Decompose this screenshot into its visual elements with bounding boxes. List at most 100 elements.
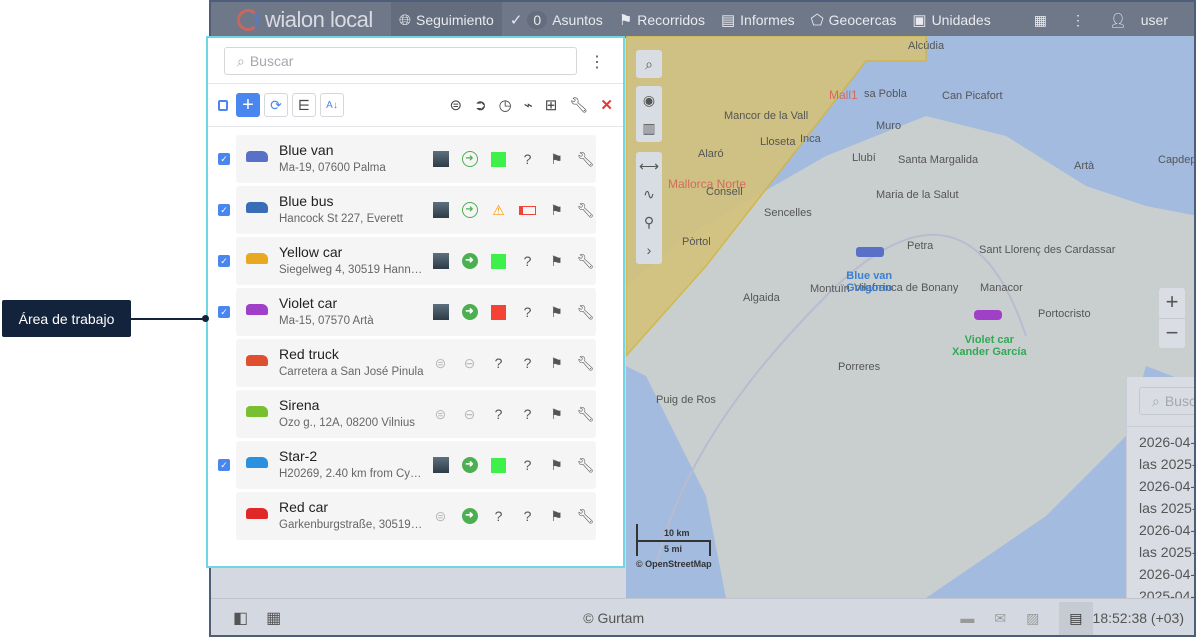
moving-ignition-icon[interactable]: ➜ <box>455 506 484 526</box>
unit-search-input[interactable]: ⌕ Buscar <box>224 47 577 75</box>
panel-toggle-icon[interactable]: ◧ <box>233 608 248 628</box>
unit-row[interactable]: Sirena Ozo g., 12A, 08200 Vilnius ⊜ ⊖?? ⚑ 🔧︎ <box>208 389 623 440</box>
messages-layout-icon[interactable]: ▤ <box>1059 601 1093 635</box>
zoom-out-button[interactable]: − <box>1159 318 1185 348</box>
driver-photo[interactable] <box>426 149 455 169</box>
no-driver-icon[interactable]: ⊜ <box>426 353 455 373</box>
zoom-in-button[interactable]: + <box>1159 288 1185 318</box>
unit-checkbox[interactable]: ✓ <box>218 255 230 267</box>
nav-geocercas[interactable]: ⬠ Geocercas <box>803 2 905 38</box>
blue-van-label[interactable]: Blue van Gregorio <box>846 270 892 294</box>
flag-icon[interactable]: ⚑ <box>542 251 571 271</box>
unknown-icon[interactable]: ? <box>484 404 513 424</box>
status-green-icon[interactable] <box>484 455 513 475</box>
unit-row[interactable]: ✓ Yellow car Siegelweg 4, 30519 Hannover ➜?… <box>208 236 623 287</box>
route-icon[interactable]: ∿ <box>643 180 655 208</box>
unit-checkbox[interactable]: ✓ <box>218 204 230 216</box>
chevron-right-icon[interactable]: › <box>647 236 652 264</box>
wrench-icon[interactable]: 🔧︎ <box>571 200 600 220</box>
driver-icon[interactable]: ⊜ <box>450 96 463 114</box>
apps-grid-icon[interactable]: ▦ <box>1034 12 1047 29</box>
unit-row[interactable]: ✓ Violet car Ma-15, 07570 Artà ➜? ⚑ 🔧︎ <box>208 287 623 338</box>
speedometer-icon[interactable]: ◷ <box>499 96 512 114</box>
battery-icon[interactable]: ⌁ <box>524 96 533 114</box>
nav-unidades[interactable]: ▣ Unidades <box>904 2 998 38</box>
unit-card[interactable]: Star-2 H20269, 2.40 km from Cyprus ➜? ⚑ 🔧︎ <box>236 441 596 489</box>
unit-card[interactable]: Blue bus Hancock St 227, Everett ➜ ⚠ ⚑ 🔧︎ <box>236 186 596 234</box>
motion-icon[interactable]: ➲ <box>474 96 487 114</box>
user-menu[interactable]: 👤︎ user <box>1109 12 1168 29</box>
status-green-icon[interactable] <box>484 251 513 271</box>
add-column-icon[interactable]: ⊞ <box>545 96 558 114</box>
nav-seguimiento[interactable]: 🌐︎ Seguimiento <box>391 2 502 38</box>
unit-card[interactable]: Blue van Ma-19, 07600 Palma ➜? ⚑ 🔧︎ <box>236 135 596 183</box>
unit-card[interactable]: Yellow car Siegelweg 4, 30519 Hannover ➜? ⚑… <box>236 237 596 285</box>
unit-card[interactable]: Sirena Ozo g., 12A, 08200 Vilnius ⊜ ⊖?? ⚑ 🔧︎ <box>236 390 596 438</box>
group-icon[interactable]: ⋿ <box>292 93 316 117</box>
warning-icon[interactable]: ⚠ <box>484 200 513 220</box>
unknown-icon[interactable]: ? <box>513 149 542 169</box>
unit-row[interactable]: ✓ Blue van Ma-19, 07600 Palma ➜? ⚑ 🔧︎ <box>208 134 623 185</box>
wrench-icon[interactable]: 🔧︎ <box>571 506 600 526</box>
blue-van-marker[interactable] <box>856 247 884 257</box>
moving-ignition-icon[interactable]: ➜ <box>455 455 484 475</box>
flag-icon[interactable]: ⚑ <box>542 353 571 373</box>
wrench-icon[interactable]: 🔧︎ <box>571 251 600 271</box>
status-red-icon[interactable] <box>484 302 513 322</box>
close-icon[interactable]: ✕ <box>600 96 613 114</box>
unknown-icon[interactable]: ? <box>513 251 542 271</box>
no-data-icon[interactable]: ⊖ <box>455 404 484 424</box>
unknown-icon[interactable]: ? <box>513 506 542 526</box>
driver-photo[interactable] <box>426 302 455 322</box>
flag-icon[interactable]: ⚑ <box>542 506 571 526</box>
map[interactable]: ⌕ ◉ ▥ ⟷ ∿ ⚲ › + − Mall1 Mallorca Norte sa Pob… <box>626 36 1194 598</box>
image-icon[interactable]: ▨ <box>1026 610 1039 627</box>
map-icon[interactable]: ▥ <box>642 114 655 142</box>
wrench-icon[interactable]: 🔧︎ <box>571 353 600 373</box>
nav-asuntos[interactable]: ✓ 0 Asuntos <box>502 2 611 38</box>
moving-ignition-icon[interactable]: ➜ <box>455 251 484 271</box>
unit-row[interactable]: Red truck Carretera a San José Pinula ⊜ ⊖??… <box>208 338 623 389</box>
sort-icon[interactable]: A↓ <box>320 93 344 117</box>
driver-photo[interactable] <box>426 455 455 475</box>
map-attribution[interactable]: © OpenStreetMap <box>636 559 712 569</box>
select-all-checkbox[interactable] <box>218 99 228 111</box>
unit-checkbox[interactable]: ✓ <box>218 306 230 318</box>
flag-icon[interactable]: ⚑ <box>542 404 571 424</box>
violet-car-label[interactable]: Violet car Xander García <box>952 334 1027 358</box>
flag-icon[interactable]: ⚑ <box>542 149 571 169</box>
moving-icon[interactable]: ➜ <box>455 200 484 220</box>
unknown-icon[interactable]: ? <box>484 506 513 526</box>
unit-row[interactable]: ✓ Blue bus Hancock St 227, Everett ➜ ⚠ ⚑ 🔧︎ <box>208 185 623 236</box>
add-units-button[interactable]: + <box>236 93 260 117</box>
unknown-icon[interactable]: ? <box>484 353 513 373</box>
flag-icon[interactable]: ⚑ <box>542 200 571 220</box>
panel-menu-icon[interactable]: ⋮ <box>589 52 605 72</box>
flag-icon[interactable]: ⚑ <box>542 455 571 475</box>
moving-icon[interactable]: ➜ <box>455 149 484 169</box>
moving-ignition-icon[interactable]: ➜ <box>455 302 484 322</box>
unit-checkbox[interactable]: ✓ <box>218 459 230 471</box>
messages-search-input[interactable]: ⌕Buscar <box>1139 387 1194 415</box>
ruler-icon[interactable]: ⟷ <box>639 152 659 180</box>
eye-icon[interactable]: ◉ <box>643 86 655 114</box>
no-data-icon[interactable]: ⊖ <box>455 353 484 373</box>
unknown-icon[interactable]: ? <box>513 302 542 322</box>
unknown-icon[interactable]: ? <box>513 353 542 373</box>
wrench-icon[interactable]: 🔧︎ <box>571 455 600 475</box>
nav-informes[interactable]: ▤ Informes <box>713 2 803 38</box>
wrench-icon[interactable]: 🔧︎ <box>571 149 600 169</box>
refresh-icon[interactable]: ⟳ <box>264 93 288 117</box>
wrench-icon[interactable]: 🔧︎ <box>571 404 600 424</box>
wrench-icon[interactable]: 🔧︎ <box>571 302 600 322</box>
unit-card[interactable]: Violet car Ma-15, 07570 Artà ➜? ⚑ 🔧︎ <box>236 288 596 336</box>
search-icon[interactable]: ⌕ <box>645 50 653 78</box>
unit-card[interactable]: Red car Garkenburgstraße, 30519 Hannover⊜… <box>236 492 596 540</box>
no-driver-icon[interactable]: ⊜ <box>426 506 455 526</box>
points-icon[interactable]: ⚲ <box>644 208 654 236</box>
flag-icon[interactable]: ⚑ <box>542 302 571 322</box>
status-green-icon[interactable] <box>484 149 513 169</box>
unit-row[interactable]: ✓ Star-2 H20269, 2.40 km from Cyprus ➜? ⚑ 🔧︎ <box>208 440 623 491</box>
mail-icon[interactable]: ✉ <box>994 610 1006 627</box>
unknown-icon[interactable]: ? <box>513 455 542 475</box>
